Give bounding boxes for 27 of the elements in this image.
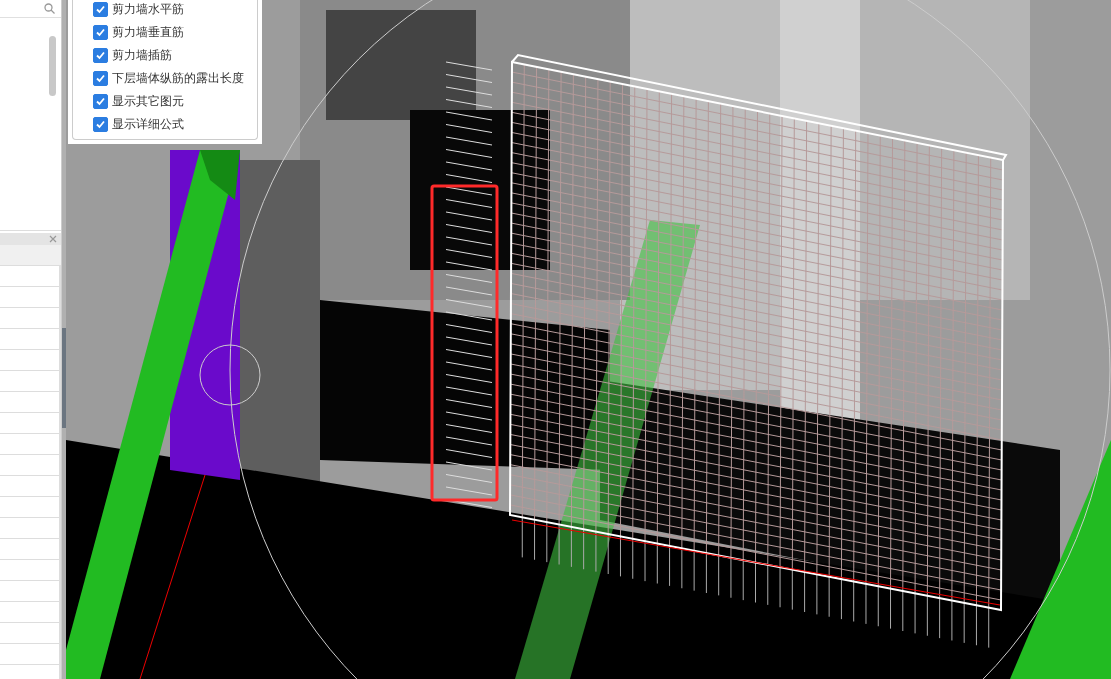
option-checkbox[interactable]: 下层墙体纵筋的露出长度: [93, 69, 257, 87]
check-icon: [96, 96, 105, 106]
search-icon[interactable]: [44, 3, 56, 14]
option-label: 显示其它图元: [112, 92, 184, 110]
checkbox[interactable]: [93, 1, 108, 17]
option-checkbox[interactable]: 剪力墙垂直筋: [93, 23, 257, 41]
close-icon[interactable]: [49, 235, 58, 243]
option-label: 剪力墙水平筋: [112, 0, 184, 18]
option-checkbox[interactable]: 剪力墙插筋: [93, 46, 257, 64]
option-label: 剪力墙插筋: [112, 46, 172, 64]
checkbox[interactable]: [93, 47, 108, 63]
checkbox[interactable]: [93, 93, 108, 109]
check-icon: [96, 119, 105, 129]
option-checkbox[interactable]: 显示详细公式: [93, 115, 257, 133]
check-icon: [96, 73, 105, 83]
option-label: 剪力墙垂直筋: [112, 23, 184, 41]
check-icon: [96, 4, 105, 14]
scrollbar-thumb[interactable]: [49, 36, 57, 96]
option-checkbox[interactable]: 剪力墙水平筋: [93, 0, 257, 18]
option-label: 下层墙体纵筋的露出长度: [112, 69, 244, 87]
check-icon: [96, 50, 105, 60]
option-checkbox[interactable]: 显示其它图元: [93, 92, 257, 110]
checkbox[interactable]: [93, 24, 108, 40]
check-icon: [96, 27, 105, 37]
checkbox[interactable]: [93, 70, 108, 86]
checkbox[interactable]: [93, 116, 108, 132]
option-label: 显示详细公式: [112, 115, 184, 133]
